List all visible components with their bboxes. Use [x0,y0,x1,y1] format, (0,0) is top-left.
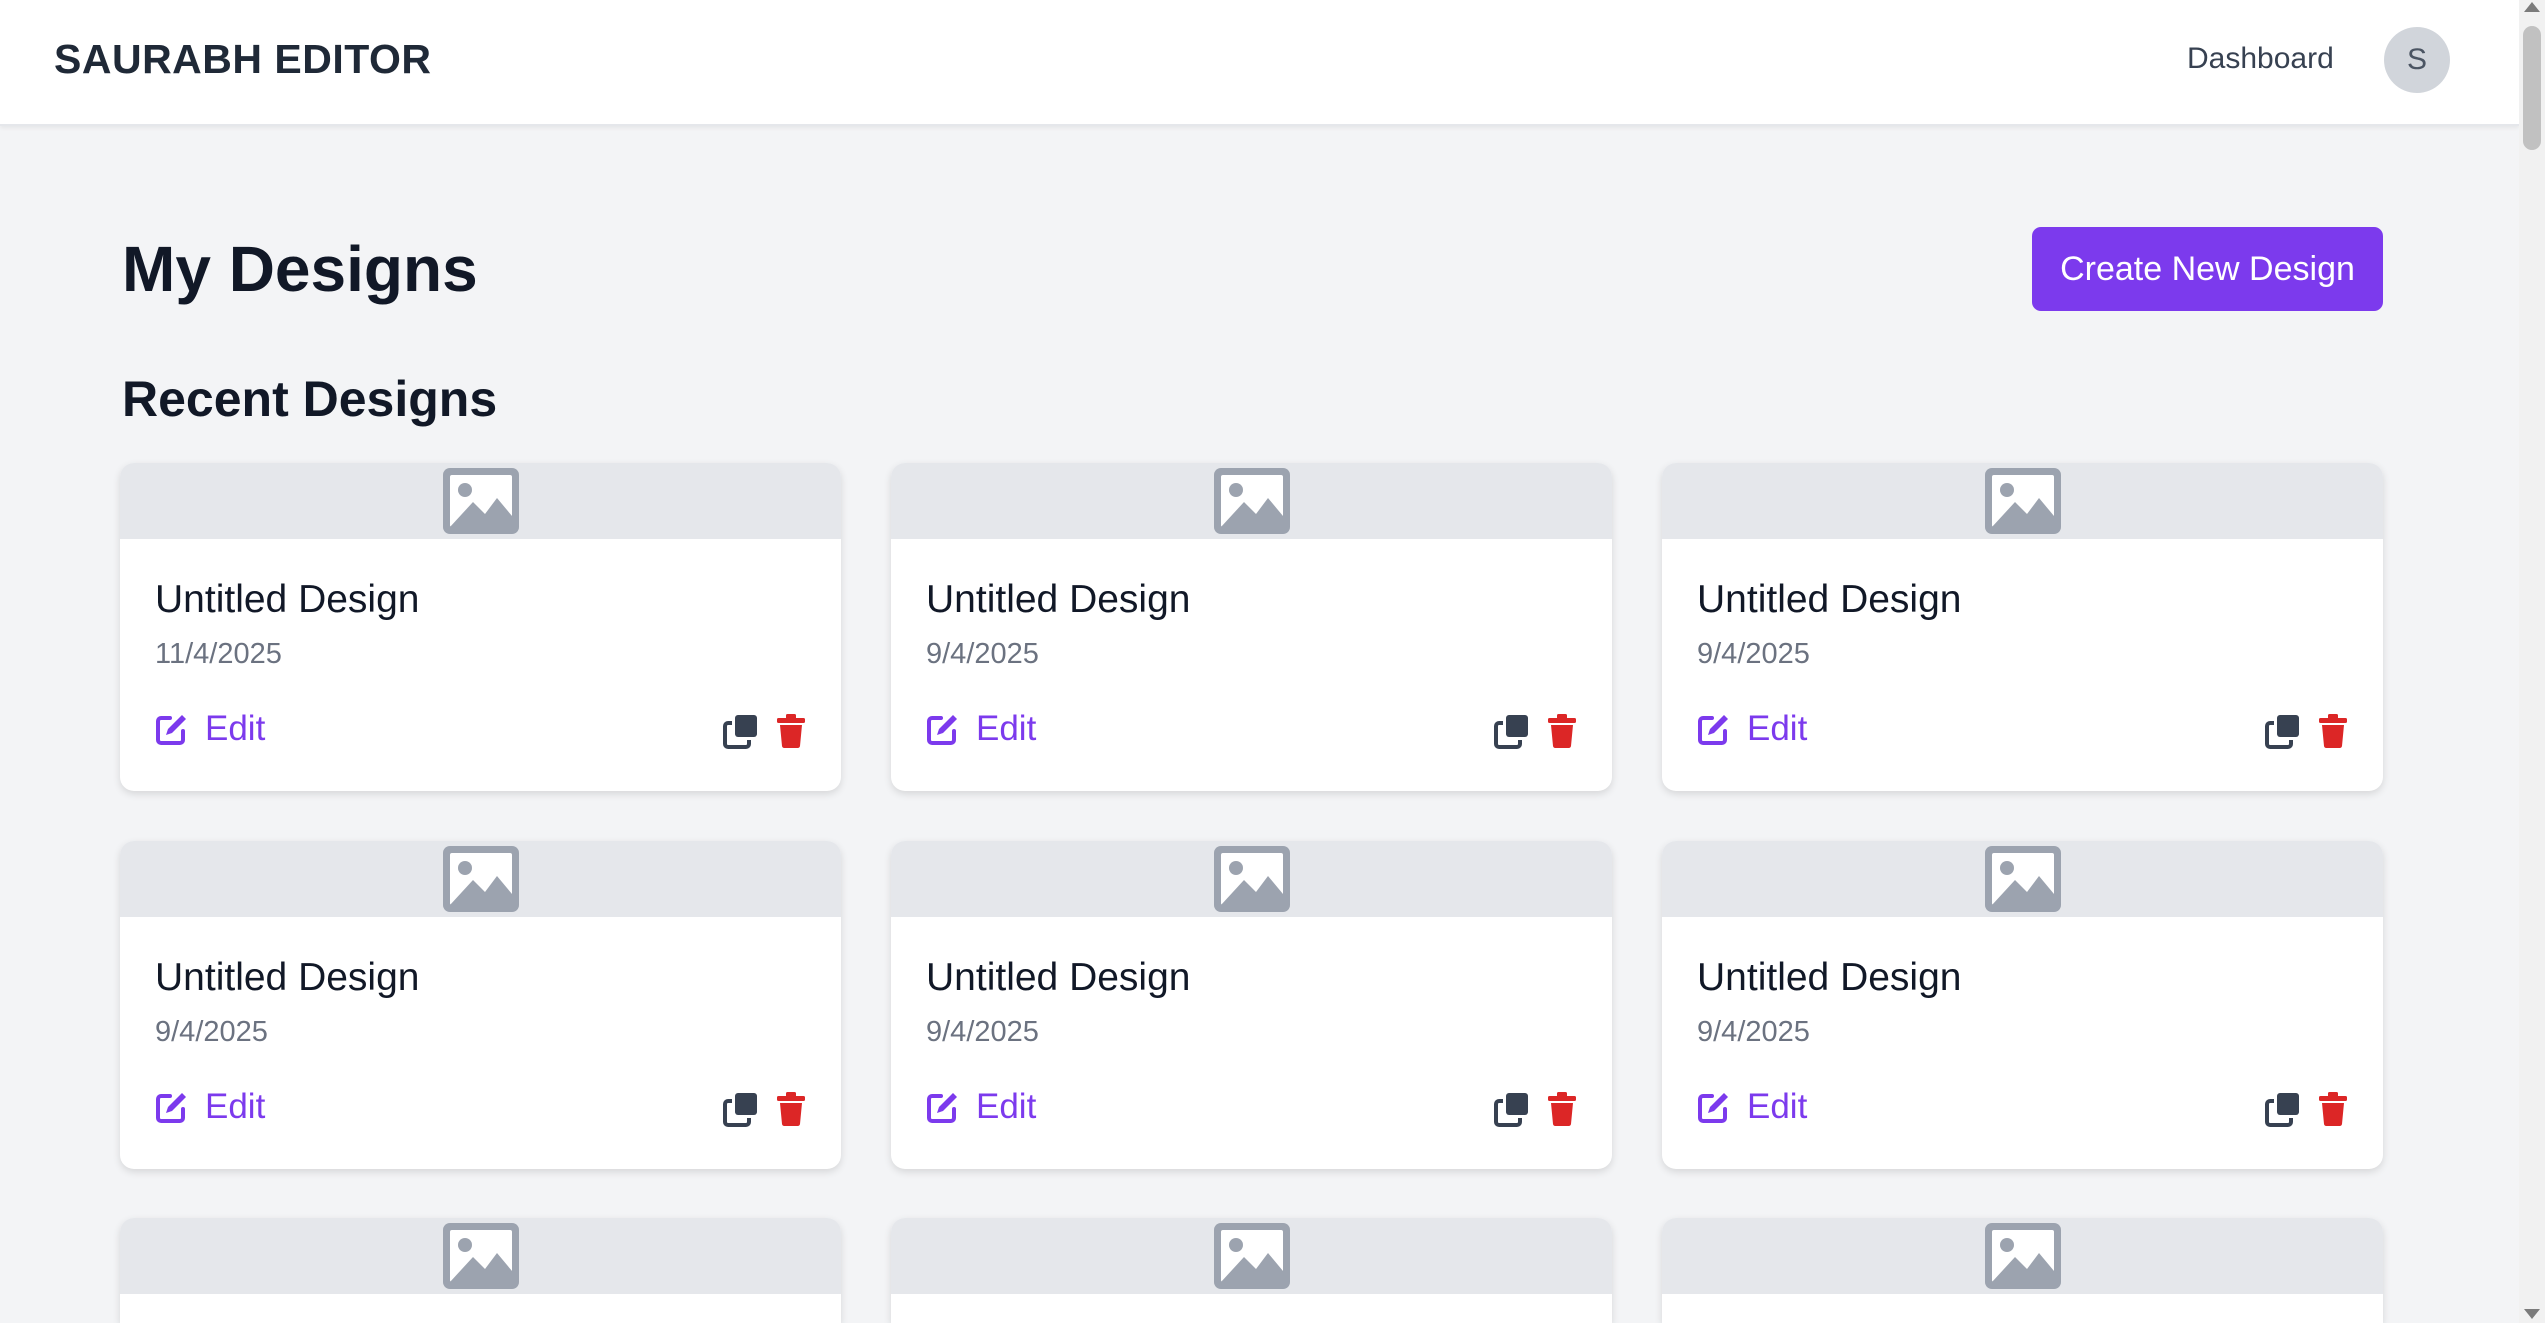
edit-button[interactable]: Edit [926,709,1036,749]
trash-icon [2318,714,2348,748]
edit-button[interactable]: Edit [1697,709,1807,749]
nav-dashboard-link[interactable]: Dashboard [2187,42,2334,76]
image-placeholder-icon [443,1223,519,1289]
duplicate-button[interactable] [2265,1091,2301,1127]
edit-icon [155,1090,189,1124]
design-card[interactable]: Untitled Design 9/4/2025 Edit [1662,463,2383,791]
edit-label: Edit [205,709,266,748]
trash-icon [1547,714,1577,748]
edit-label: Edit [205,1087,266,1126]
image-placeholder-icon [443,846,519,912]
design-date: 9/4/2025 [926,1016,1039,1048]
design-title: Untitled Design [155,956,420,999]
duplicate-button[interactable] [1494,1091,1530,1127]
edit-button[interactable]: Edit [926,1087,1036,1127]
delete-button[interactable] [2315,713,2351,749]
scroll-down-arrow-icon[interactable] [2524,1309,2540,1319]
duplicate-icon [723,713,759,749]
edit-label: Edit [976,709,1037,748]
delete-button[interactable] [773,1091,809,1127]
duplicate-button[interactable] [723,713,759,749]
page-title: My Designs [122,233,478,305]
design-thumbnail[interactable] [1662,463,2383,539]
duplicate-icon [723,1091,759,1127]
duplicate-button[interactable] [1494,713,1530,749]
design-title: Untitled Design [1697,956,1962,999]
design-thumbnail[interactable] [1662,841,2383,917]
image-placeholder-icon [1985,846,2061,912]
design-card[interactable]: Untitled Design 9/4/2025 Edit [891,463,1612,791]
design-card[interactable] [1662,1218,2383,1323]
duplicate-icon [1494,1091,1530,1127]
scroll-up-arrow-icon[interactable] [2524,2,2540,12]
trash-icon [2318,1092,2348,1126]
edit-button[interactable]: Edit [155,1087,265,1127]
edit-icon [926,712,960,746]
edit-label: Edit [1747,709,1808,748]
design-card[interactable]: Untitled Design 9/4/2025 Edit [891,841,1612,1169]
design-thumbnail[interactable] [891,841,1612,917]
card-actions [723,1091,809,1127]
card-actions [2265,713,2351,749]
design-title: Untitled Design [926,578,1191,621]
design-card[interactable]: Untitled Design 9/4/2025 Edit [1662,841,2383,1169]
design-thumbnail[interactable] [120,463,841,539]
top-navbar: SAURABH EDITOR Dashboard S [0,0,2519,126]
recent-designs-heading: Recent Designs [122,371,498,427]
design-card[interactable] [120,1218,841,1323]
trash-icon [776,1092,806,1126]
design-thumbnail[interactable] [891,463,1612,539]
edit-icon [1697,712,1731,746]
duplicate-icon [2265,713,2301,749]
edit-icon [1697,1090,1731,1124]
delete-button[interactable] [2315,1091,2351,1127]
edit-icon [926,1090,960,1124]
design-date: 9/4/2025 [155,1016,268,1048]
duplicate-button[interactable] [2265,713,2301,749]
trash-icon [1547,1092,1577,1126]
scrollbar-thumb[interactable] [2523,26,2541,150]
card-actions [723,713,809,749]
duplicate-icon [1494,713,1530,749]
delete-button[interactable] [1544,713,1580,749]
design-card[interactable]: Untitled Design 11/4/2025 Edit [120,463,841,791]
design-title: Untitled Design [1697,578,1962,621]
duplicate-button[interactable] [723,1091,759,1127]
image-placeholder-icon [1985,468,2061,534]
image-placeholder-icon [1985,1223,2061,1289]
edit-button[interactable]: Edit [155,709,265,749]
design-title: Untitled Design [155,578,420,621]
page-scrollbar[interactable] [2519,0,2545,1323]
design-card[interactable]: Untitled Design 9/4/2025 Edit [120,841,841,1169]
delete-button[interactable] [773,713,809,749]
design-thumbnail[interactable] [120,841,841,917]
design-thumbnail[interactable] [120,1218,841,1294]
brand-logo-text[interactable]: SAURABH EDITOR [54,36,432,83]
image-placeholder-icon [1214,846,1290,912]
image-placeholder-icon [443,468,519,534]
create-new-design-button[interactable]: Create New Design [2032,227,2383,311]
design-date: 9/4/2025 [1697,638,1810,670]
card-actions [2265,1091,2351,1127]
edit-button[interactable]: Edit [1697,1087,1807,1127]
design-title: Untitled Design [926,956,1191,999]
user-avatar[interactable]: S [2384,27,2450,93]
edit-icon [155,712,189,746]
design-date: 11/4/2025 [155,638,282,670]
edit-label: Edit [976,1087,1037,1126]
design-thumbnail[interactable] [1662,1218,2383,1294]
design-date: 9/4/2025 [1697,1016,1810,1048]
image-placeholder-icon [1214,468,1290,534]
design-card[interactable] [891,1218,1612,1323]
edit-label: Edit [1747,1087,1808,1126]
image-placeholder-icon [1214,1223,1290,1289]
card-actions [1494,713,1580,749]
design-thumbnail[interactable] [891,1218,1612,1294]
duplicate-icon [2265,1091,2301,1127]
design-date: 9/4/2025 [926,638,1039,670]
delete-button[interactable] [1544,1091,1580,1127]
trash-icon [776,714,806,748]
card-actions [1494,1091,1580,1127]
